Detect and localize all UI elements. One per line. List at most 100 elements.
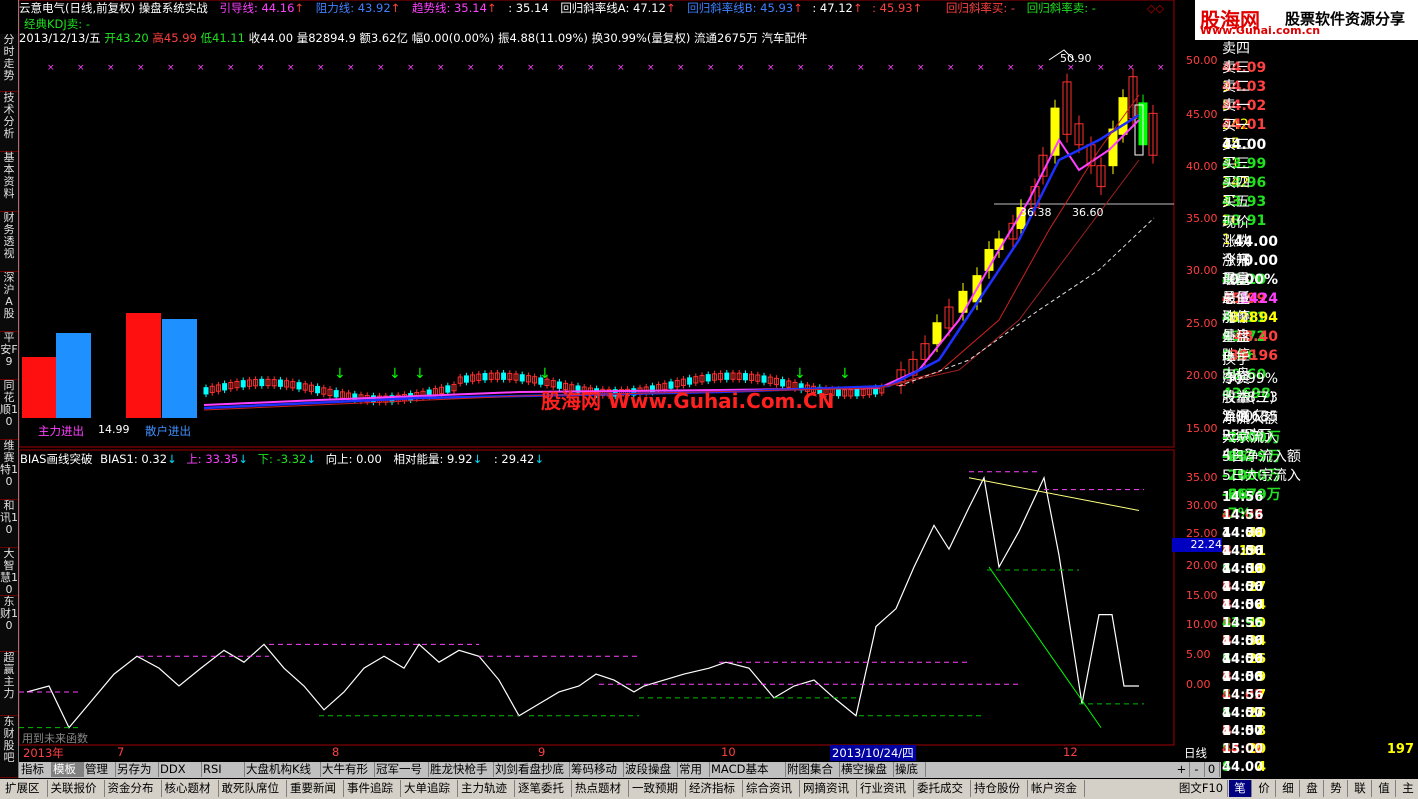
indicator-tab-12[interactable]: 波段操盘 — [623, 762, 678, 777]
info-tab-2[interactable]: 资金分布 — [105, 780, 162, 797]
nav-item-0[interactable]: 分时走势 — [0, 34, 18, 92]
nav-item-12[interactable]: 东财股吧 — [0, 716, 18, 778]
candle-body — [835, 388, 841, 397]
bias-line — [26, 475, 1139, 729]
top-signal-x: × — [767, 63, 775, 73]
price-tick-0: 50.00 — [1186, 54, 1218, 67]
top-signal-x: × — [857, 63, 865, 73]
top-signal-x: × — [917, 63, 925, 73]
candle-body — [482, 373, 488, 381]
info-tab-3[interactable]: 核心题材 — [162, 780, 219, 797]
indicator-tab-ctrl-2[interactable]: 0 — [1204, 762, 1220, 777]
top-signal-x: × — [707, 63, 715, 73]
candle-body — [854, 389, 860, 397]
panel-tab-1[interactable]: 笔 — [1229, 780, 1252, 797]
indicator-tab-10[interactable]: 刘剑看盘抄底 — [493, 762, 570, 777]
info-tab-10[interactable]: 热点题材 — [572, 780, 629, 797]
indicator-tab-5[interactable]: RSI — [201, 762, 245, 777]
info-tab-9[interactable]: 逐笔委托 — [515, 780, 572, 797]
indicator-tab-ctrl-0[interactable]: + — [1174, 762, 1190, 777]
main-chart[interactable]: × × × × × × × × × × × × × × × × × × × × × × × × × × × × × × × × × × × × × ×↓ ↓… — [19, 0, 1222, 762]
window-controls[interactable]: ◇◇ — [1147, 2, 1164, 15]
indicator-tab-15[interactable]: 附图集合 — [785, 762, 840, 777]
tick-row-12: 14:57 44.00 20 S — [1222, 705, 1418, 775]
info-tab-6[interactable]: 事件追踪 — [344, 780, 401, 797]
price-tick-4: 30.00 — [1186, 264, 1218, 277]
indicator-tab-9[interactable]: 胜龙快枪手 — [428, 762, 494, 777]
info-tab-4[interactable]: 敢死队席位 — [219, 780, 287, 797]
panel-tab-2[interactable]: 价 — [1253, 780, 1276, 797]
top-signal-x: × — [437, 63, 445, 73]
indicator-tab-11[interactable]: 筹码移动 — [569, 762, 624, 777]
tick-row-10: 14:56 44.02 26 B — [1222, 669, 1418, 739]
quote-name: 卖二 — [1222, 79, 1250, 95]
info-tab-8[interactable]: 主力轨迹 — [458, 780, 515, 797]
indicator-tab-6[interactable]: 大盘机构K线 — [244, 762, 321, 777]
candle-body — [724, 372, 730, 380]
info-tab-13[interactable]: 综合资讯 — [743, 780, 800, 797]
panel-tab-4[interactable]: 盘 — [1301, 780, 1324, 797]
panel-tab-8[interactable]: 主 — [1397, 780, 1418, 797]
info-tab-7[interactable]: 大单追踪 — [401, 780, 458, 797]
tick-time: 14:56 — [1222, 616, 1264, 631]
bias-down-arrow: ↓ — [306, 452, 316, 466]
period-label[interactable]: 日线 — [1184, 745, 1207, 761]
nav-item-8[interactable]: 和讯10 — [0, 500, 18, 548]
indicator-tab-8[interactable]: 冠军一号 — [374, 762, 429, 777]
quote-row-8: 买五 43.91 1 — [1222, 193, 1418, 248]
indicator-tab-3[interactable]: 另存为 — [115, 762, 159, 777]
nav-item-1[interactable]: 技术分析 — [0, 92, 18, 152]
resist-line-value: 阻力线: 43.92 — [315, 1, 391, 15]
top-signal-x: × — [497, 63, 505, 73]
regression-buy: 回归斜率买: - — [945, 1, 1016, 15]
info-tab-0[interactable]: 扩展区 — [2, 780, 48, 797]
nav-item-2[interactable]: 基本资料 — [0, 152, 18, 212]
indicator-tab-0[interactable]: 指标 — [19, 762, 52, 777]
flow-label: 大宗流入 — [1222, 430, 1278, 446]
tick-price: 44.00 — [1222, 760, 1264, 775]
resist-line-arrow: ↑ — [390, 1, 401, 15]
bias-resist-line — [968, 477, 1140, 511]
bias-frame — [19, 449, 1175, 746]
indicator-tab-16[interactable]: 横空操盘 — [839, 762, 894, 777]
info-tab-1[interactable]: 关联报价 — [48, 780, 105, 797]
top-signal-x: × — [47, 63, 55, 73]
info-tab-12[interactable]: 经济指标 — [686, 780, 743, 797]
quote-row-2: 卖二 44.02 242 — [1222, 78, 1418, 133]
panel-tab-3[interactable]: 细 — [1277, 780, 1300, 797]
tick-row-13: 14:5744.024B — [1222, 723, 1418, 793]
panel-tab-6[interactable]: 联 — [1349, 780, 1372, 797]
indicator-tab-7[interactable]: 大牛有形 — [320, 762, 375, 777]
info-tab-17[interactable]: 持仓股份 — [971, 780, 1028, 797]
indicator-tab-2[interactable]: 管理 — [83, 762, 116, 777]
nav-item-11[interactable]: 超赢主力 — [0, 652, 18, 716]
info-tab-15[interactable]: 行业资讯 — [857, 780, 914, 797]
nav-item-7[interactable]: 维赛特10 — [0, 440, 18, 500]
candle-body — [240, 380, 246, 388]
info-tab-14[interactable]: 网摘资讯 — [800, 780, 857, 797]
nav-item-6[interactable]: 同花顺10 — [0, 380, 18, 440]
indicator-tab-ctrl-1[interactable]: - — [1189, 762, 1205, 777]
indicator-tab-14[interactable]: MACD基本 — [709, 762, 786, 777]
panel-tab-0[interactable]: 图文F10 — [1175, 780, 1228, 797]
indicator-tab-13[interactable]: 常用 — [677, 762, 710, 777]
panel-tab-5[interactable]: 势 — [1325, 780, 1348, 797]
indicator-tab-4[interactable]: DDX — [158, 762, 202, 777]
info-tab-5[interactable]: 重要新闻 — [287, 780, 344, 797]
info-tab-11[interactable]: 一致预期 — [629, 780, 686, 797]
info-tab-16[interactable]: 委托成交 — [914, 780, 971, 797]
nav-item-9[interactable]: 大智慧10 — [0, 548, 18, 596]
nav-item-3[interactable]: 财务透视 — [0, 212, 18, 272]
date-year: 2013年 — [23, 746, 64, 760]
indicator-tab-17[interactable]: 操底 — [893, 762, 926, 777]
indicator-tab-1[interactable]: 模板 — [51, 762, 84, 777]
nav-item-5[interactable]: 平安F9 — [0, 332, 18, 380]
bias-current-badge: 22.24 — [1172, 538, 1222, 552]
panel-tab-7[interactable]: 值 — [1373, 780, 1396, 797]
bias-upup: 向上: 0.00 — [325, 452, 382, 466]
nav-item-10[interactable]: 东财10 — [0, 596, 18, 652]
tick-row-7: 14:56 44.00 26 B — [1222, 615, 1418, 685]
info-tab-18[interactable]: 帐户资金 — [1028, 780, 1085, 797]
tick-time: 14:56 — [1222, 562, 1264, 577]
nav-item-4[interactable]: 深沪A股 — [0, 272, 18, 332]
